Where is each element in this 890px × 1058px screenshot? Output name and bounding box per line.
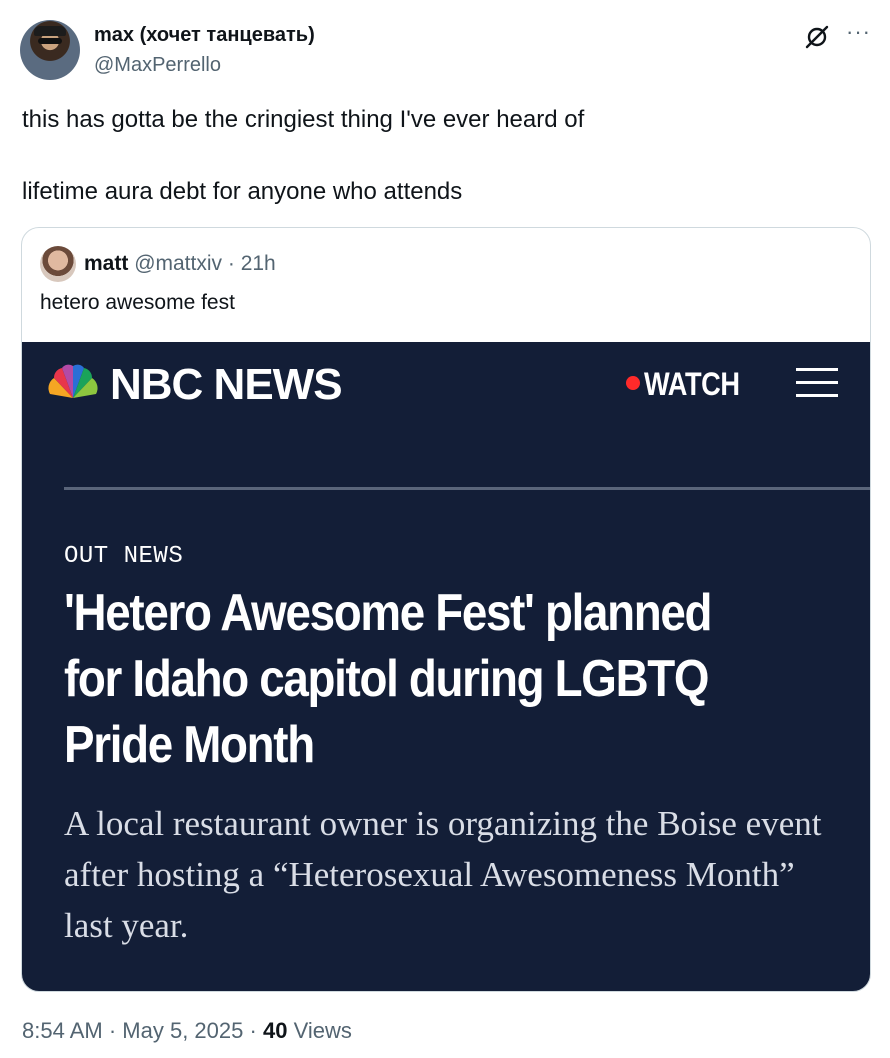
headline-line: Pride Month — [64, 716, 315, 774]
nbc-news-wordmark: NBC NEWS — [110, 360, 343, 409]
quote-header: matt @mattxiv · 21h — [84, 252, 276, 276]
news-screenshot-image[interactable]: NBC NEWS WATCH OUT NEWS 'Hetero Awesome … — [22, 342, 870, 991]
quote-author-handle[interactable]: @mattxiv — [134, 252, 222, 275]
live-dot-icon — [626, 376, 640, 390]
watch-link: WATCH — [644, 366, 740, 402]
post-metadata: 8:54 AM · May 5, 2025 · 40 Views — [22, 1018, 352, 1044]
divider — [64, 487, 870, 490]
meta-separator: · — [249, 1018, 257, 1043]
quote-separator: · — [227, 252, 235, 275]
headline-line: 'Hetero Awesome Fest' planned — [64, 584, 713, 642]
quote-text: hetero awesome fest — [40, 291, 235, 314]
quote-timestamp[interactable]: 21h — [241, 252, 276, 275]
article-dek: A local restaurant owner is organizing t… — [64, 798, 854, 951]
more-icon[interactable]: ··· — [846, 21, 870, 46]
dek-line: after hosting a “Heterosexual Awesomenes… — [64, 855, 795, 894]
author-name[interactable]: max (хочет танцевать) — [94, 24, 315, 47]
grok-icon[interactable] — [804, 24, 830, 50]
article-headline: 'Hetero Awesome Fest' planned for Idaho … — [64, 580, 854, 778]
hamburger-menu-icon — [796, 366, 838, 400]
author-avatar[interactable] — [20, 20, 80, 80]
tweet-text-line: lifetime aura debt for anyone who attend… — [22, 178, 463, 205]
tweet-text-line: this has gotta be the cringiest thing I'… — [22, 106, 585, 133]
post-date[interactable]: May 5, 2025 — [122, 1018, 243, 1043]
dek-line: last year. — [64, 906, 189, 945]
article-section-label: OUT NEWS — [64, 543, 184, 570]
author-handle[interactable]: @MaxPerrello — [94, 54, 221, 77]
meta-separator: · — [108, 1018, 117, 1043]
avatar-hat — [34, 26, 66, 36]
quote-author-avatar[interactable] — [40, 246, 76, 282]
nbc-peacock-logo — [48, 364, 98, 398]
headline-line: for Idaho capitol during LGBTQ — [64, 650, 710, 708]
dek-line: A local restaurant owner is organizing t… — [64, 804, 822, 843]
quoted-tweet[interactable]: matt @mattxiv · 21h hetero awesome fest … — [21, 227, 871, 992]
post-time[interactable]: 8:54 AM — [22, 1018, 103, 1043]
views-label: Views — [293, 1018, 352, 1043]
quote-author-name[interactable]: matt — [84, 252, 128, 275]
views-count[interactable]: 40 — [263, 1018, 287, 1043]
avatar-glasses — [38, 38, 62, 44]
